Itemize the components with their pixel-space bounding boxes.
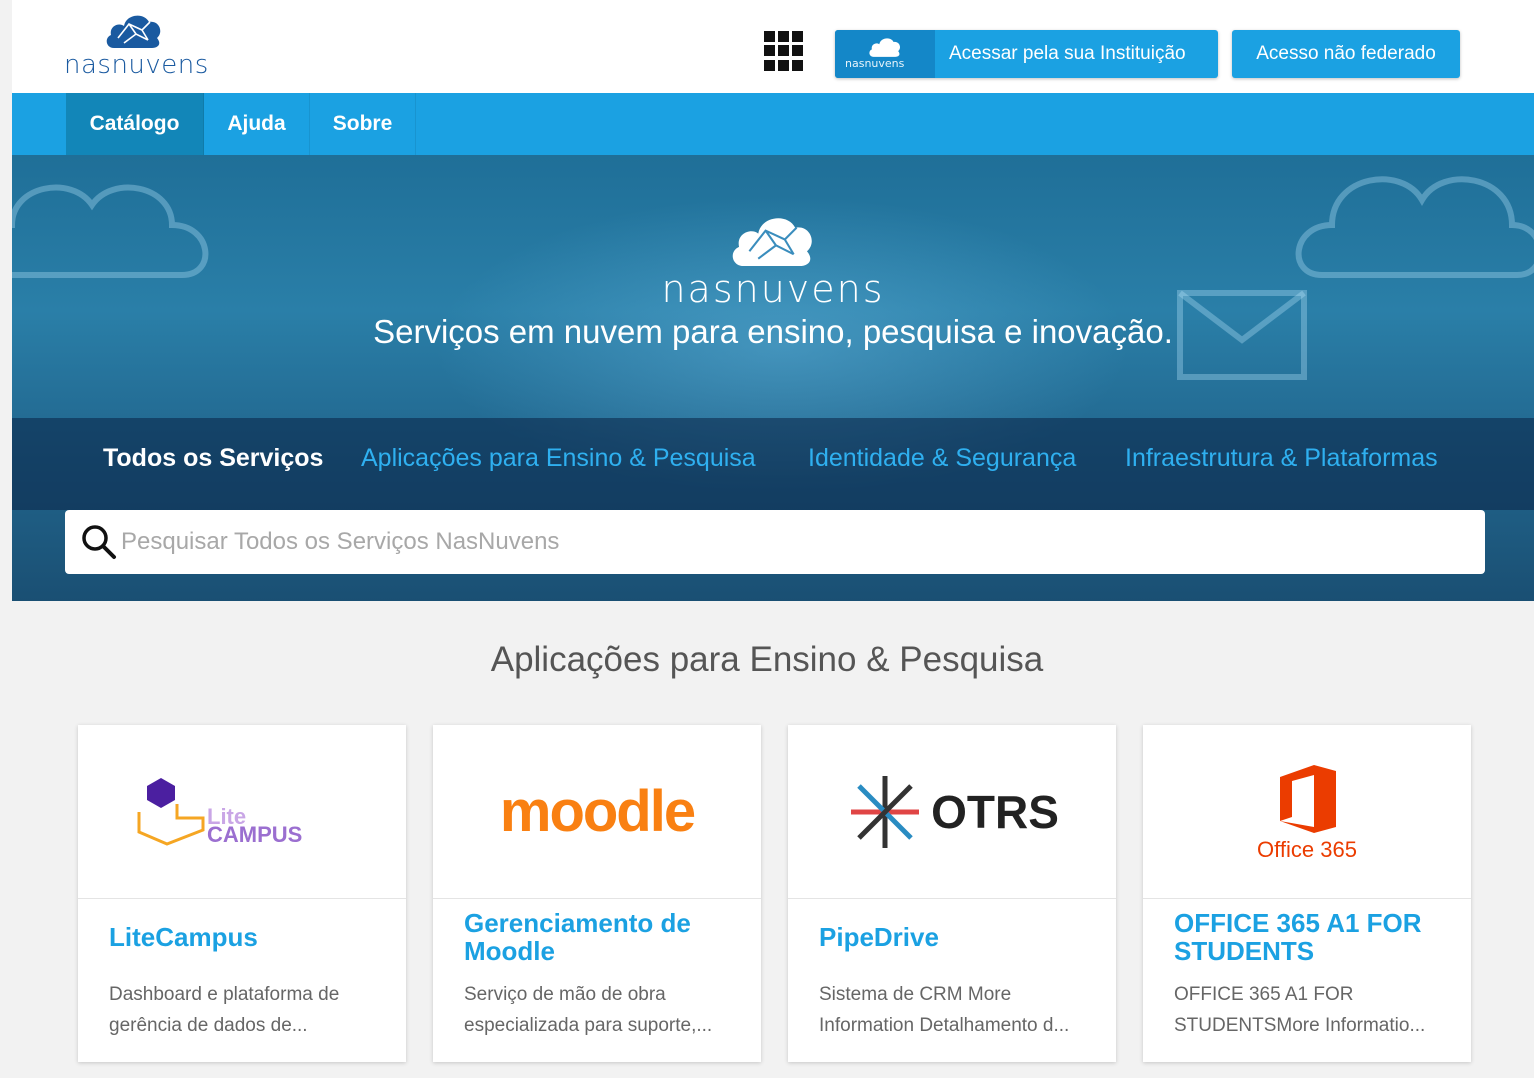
mini-logo-text: nasnuvens [845,57,905,70]
category-tabs: Todos os Serviços Aplicações para Ensino… [12,418,1534,510]
card-title[interactable]: LiteCampus [109,923,389,951]
nav-item-ajuda[interactable]: Ajuda [204,93,310,155]
moodle-logo-text: moodle [499,779,696,844]
institution-login-button[interactable]: nasnuvens Acessar pela sua Instituição [835,30,1218,78]
tab-todos-os-servicos[interactable]: Todos os Serviços [103,444,323,473]
tab-identidade-seguranca[interactable]: Identidade & Segurança [808,444,1076,473]
search-input[interactable] [119,528,1485,556]
logo-text: nasnuvens [64,50,209,80]
service-card-moodle[interactable]: moodle Gerenciamento de Moodle Serviço d… [433,725,761,1062]
litecampus-logo: Lite CAMPUS [78,725,406,899]
otrs-logo-text: OTRS [931,785,1059,838]
non-federated-access-button[interactable]: Acesso não federado [1232,30,1460,78]
card-desc: Sistema de CRM More Information Detalham… [819,984,1070,1036]
card-title[interactable]: Gerenciamento de Moodle [464,909,744,965]
hero-tagline: Serviços em nuvem para ensino, pesquisa … [373,313,1173,350]
hero-logo-text: nasnuvens [661,267,885,311]
card-title[interactable]: OFFICE 365 A1 FOR STUDENTS [1174,909,1454,965]
service-card-office365[interactable]: Office 365 OFFICE 365 A1 FOR STUDENTS OF… [1143,725,1471,1062]
service-card-pipedrive[interactable]: OTRS PipeDrive Sistema de CRM More Infor… [788,725,1116,1062]
hero-cloud-logo-icon [732,218,812,267]
decorative-cloud-left-icon [12,184,209,278]
tab-infraestrutura-plataformas[interactable]: Infraestrutura & Plataformas [1125,444,1438,473]
office-icon [1280,764,1336,833]
institution-login-label: Acessar pela sua Instituição [949,43,1186,64]
nasnuvens-mini-logo: nasnuvens [835,30,935,78]
card-title[interactable]: PipeDrive [819,923,1099,951]
otrs-logo: OTRS [788,725,1116,899]
tab-aplicacoes-ensino-pesquisa[interactable]: Aplicações para Ensino & Pesquisa [361,444,756,473]
cloud-logo-icon [106,15,161,49]
decorative-cloud-right-icon [1295,176,1534,278]
section-title: Aplicações para Ensino & Pesquisa [490,640,1044,679]
card-desc: OFFICE 365 A1 FOR STUDENTSMore Informati… [1174,984,1426,1036]
card-desc: Serviço de mão de obra especializada par… [464,984,713,1036]
otrs-star-icon [851,775,920,848]
office365-logo-text: Office 365 [1257,836,1357,862]
moodle-logo: moodle [433,725,761,899]
search-bar [65,510,1485,574]
nav-item-catalogo[interactable]: Catálogo [66,93,204,155]
hero-banner: nasnuvens Serviços em nuvem para ensino,… [12,155,1534,601]
nav-item-sobre[interactable]: Sobre [310,93,416,155]
main-nav: Catálogo Ajuda Sobre [12,93,1534,155]
apps-grid-icon[interactable] [764,31,804,71]
office365-logo: Office 365 [1143,725,1471,899]
service-card-litecampus[interactable]: Lite CAMPUS LiteCampus Dashboard e plata… [78,725,406,1062]
search-icon [82,525,116,559]
cloud-mini-icon [869,38,901,57]
card-desc: Dashboard e plataforma de gerência de da… [109,984,340,1036]
header: nasnuvens nasnuvens Acessar pela sua Ins… [12,0,1534,93]
litecampus-logo-bottom: CAMPUS [207,822,302,847]
nasnuvens-logo[interactable]: nasnuvens [64,8,224,80]
litecampus-logo-icon: Lite CAMPUS [137,777,302,847]
